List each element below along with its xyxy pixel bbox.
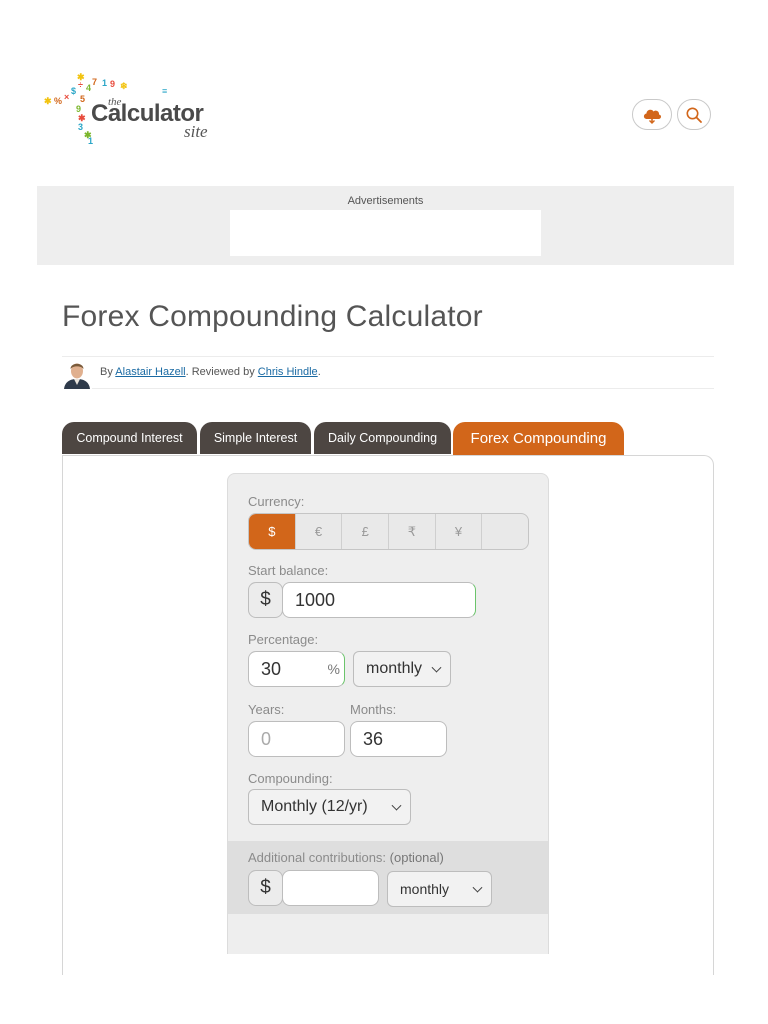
byline-by: By: [100, 366, 116, 378]
forex-calculator-form: Currency: $ € £ ₹ ¥ Start balance: $ 100…: [227, 473, 549, 954]
currency-jpy-button[interactable]: ¥: [436, 514, 483, 549]
logo-text-site[interactable]: site: [184, 122, 208, 142]
start-balance-currency-prefix: $: [248, 582, 283, 618]
currency-other-button[interactable]: [482, 514, 528, 549]
years-input[interactable]: 0: [248, 721, 345, 757]
search-button[interactable]: [677, 99, 711, 130]
currency-gbp-button[interactable]: £: [342, 514, 390, 549]
percent-suffix: %: [327, 661, 340, 677]
search-icon: [686, 107, 702, 123]
additional-contributions-label: Additional contributions: (optional): [248, 850, 444, 865]
byline: By Alastair Hazell. Reviewed by Chris Hi…: [62, 356, 714, 389]
start-balance-label: Start balance:: [248, 563, 329, 578]
reviewer-link[interactable]: Chris Hindle: [258, 366, 318, 378]
tab-compound-interest[interactable]: Compound Interest: [62, 422, 197, 454]
currency-label: Currency:: [248, 494, 305, 509]
page-title: Forex Compounding Calculator: [62, 300, 483, 333]
author-avatar: [62, 359, 92, 389]
advertisements-label: Advertisements: [347, 195, 424, 207]
compounding-select[interactable]: Monthly (12/yr): [248, 789, 411, 825]
currency-inr-button[interactable]: ₹: [389, 514, 436, 549]
percentage-period-select[interactable]: monthly: [353, 651, 451, 687]
cloud-button[interactable]: [632, 99, 672, 130]
chevron-down-icon: [431, 662, 442, 673]
advertisement-band: Advertisements: [37, 186, 734, 265]
months-input[interactable]: 36: [350, 721, 447, 757]
percentage-period-value: monthly: [366, 660, 423, 677]
currency-usd-button[interactable]: $: [249, 514, 296, 549]
additional-contributions-text: Additional contributions:: [248, 850, 387, 865]
additional-currency-prefix: $: [248, 870, 283, 906]
site-header: ✱ % × $ ÷ ✱ 4 7 1 9 ❄ 5 9 ✱ 3 ✱ 1 ≡ the …: [0, 0, 768, 180]
additional-period-value: monthly: [400, 881, 450, 897]
years-label: Years:: [248, 702, 285, 717]
compounding-value: Monthly (12/yr): [261, 798, 368, 815]
cloud-icon: [643, 109, 662, 124]
author-link[interactable]: Alastair Hazell: [115, 366, 185, 378]
currency-selector: $ € £ ₹ ¥: [248, 513, 529, 550]
byline-end: .: [317, 366, 321, 378]
start-balance-input[interactable]: 1000: [282, 582, 476, 618]
ad-slot[interactable]: [230, 210, 541, 256]
months-label: Months:: [350, 702, 397, 717]
optional-text: (optional): [389, 850, 444, 865]
additional-period-select[interactable]: monthly: [387, 871, 492, 907]
tab-simple-interest[interactable]: Simple Interest: [200, 422, 311, 454]
chevron-down-icon: [391, 800, 402, 811]
tab-forex-compounding[interactable]: Forex Compounding: [453, 422, 624, 455]
percentage-value: 30: [261, 658, 282, 679]
compounding-label: Compounding:: [248, 771, 333, 786]
tab-daily-compounding[interactable]: Daily Compounding: [314, 422, 451, 454]
percentage-input[interactable]: 30 %: [248, 651, 345, 687]
byline-reviewed: . Reviewed by: [185, 366, 258, 378]
additional-contributions-section: Additional contributions: (optional) $ m…: [228, 841, 548, 914]
byline-text: By Alastair Hazell. Reviewed by Chris Hi…: [100, 366, 321, 378]
additional-contribution-input[interactable]: [282, 870, 379, 906]
chevron-down-icon: [472, 882, 483, 893]
currency-eur-button[interactable]: €: [296, 514, 343, 549]
percentage-label: Percentage:: [248, 632, 319, 647]
